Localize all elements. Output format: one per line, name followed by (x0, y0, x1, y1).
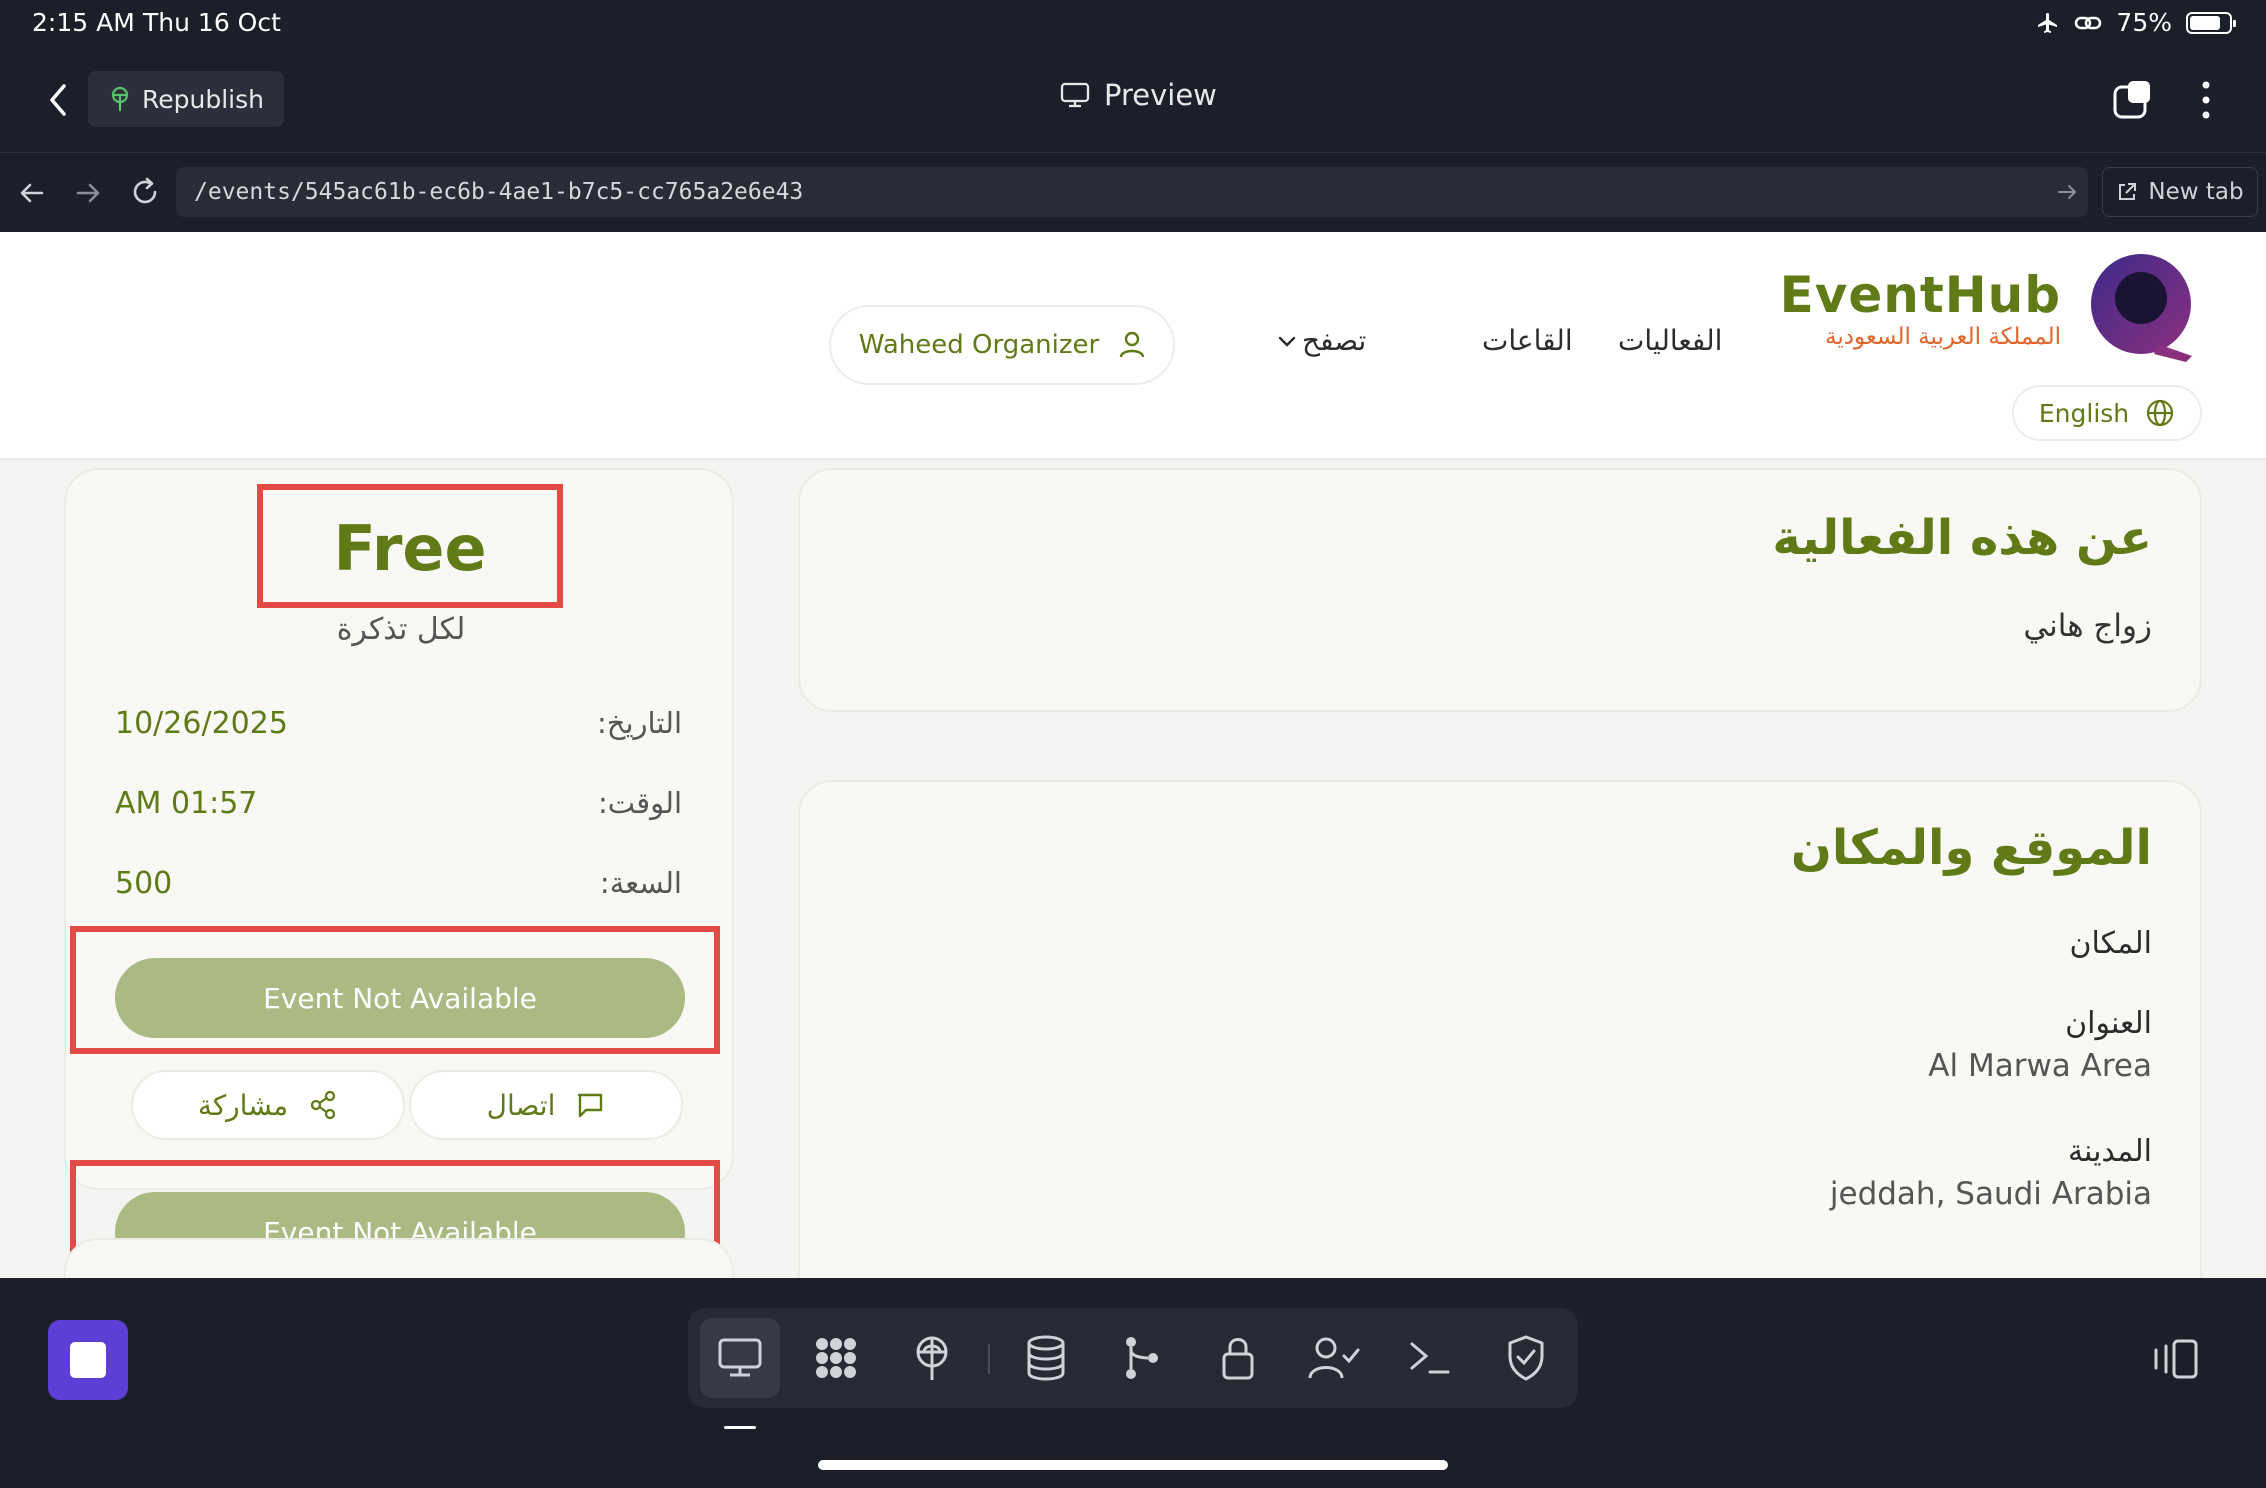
status-time: 2:15 AM (32, 8, 135, 37)
city-label: المدينة (2067, 1134, 2152, 1169)
go-arrow-icon[interactable] (2056, 181, 2078, 203)
back-chevron-icon[interactable] (44, 80, 72, 120)
preview-title: Preview (1060, 78, 1217, 112)
tabs-icon[interactable] (2112, 78, 2156, 122)
secondary-card (64, 1238, 734, 1278)
brand-title: EventHub (1779, 266, 2061, 324)
status-bar: 2:15 AM Thu 16 Oct 75% (0, 0, 2266, 48)
about-heading: عن هذه الفعالية (1772, 510, 2152, 566)
language-label: English (2038, 398, 2130, 428)
per-ticket-label: لكل تذكرة (336, 612, 466, 647)
app-toolbar: Republish Preview (0, 48, 2266, 152)
organizer-label: Waheed Organizer (858, 330, 1100, 360)
site-header: EventHub المملكة العربية السعودية الفعال… (0, 232, 2266, 460)
brand-subtitle: المملكة العربية السعودية (1825, 324, 2061, 350)
about-description: زواج هاني (2023, 608, 2152, 644)
active-indicator (724, 1426, 756, 1429)
url-bar: /events/545ac61b-ec6b-4ae1-b7c5-cc765a2e… (0, 152, 2266, 232)
nav-events[interactable]: الفعاليات (1618, 324, 1722, 357)
monitor-icon[interactable] (700, 1318, 780, 1398)
date-label: التاريخ: (596, 706, 682, 740)
city-value: jeddah, Saudi Arabia (1829, 1176, 2152, 1212)
git-icon[interactable] (1102, 1318, 1182, 1398)
time-label: الوقت: (598, 786, 682, 820)
ticket-card: Free لكل تذكرة التاريخ: 10/26/2025 الوقت… (64, 468, 734, 1278)
web-preview: EventHub المملكة العربية السعودية الفعال… (0, 232, 2266, 1278)
eventhub-logo[interactable] (2088, 246, 2198, 370)
address-label: العنوان (2065, 1006, 2152, 1041)
lock-icon[interactable] (1198, 1318, 1278, 1398)
nav-forward-icon[interactable] (72, 177, 104, 209)
globe-icon (2145, 398, 2175, 428)
nav-browse[interactable]: تصفح (1276, 324, 1366, 357)
brand: EventHub المملكة العربية السعودية (1780, 266, 2061, 350)
contact-label: اتصال (486, 1088, 556, 1122)
status-right: 75% (2036, 8, 2236, 37)
dock-divider (988, 1344, 990, 1374)
more-vertical-icon[interactable] (2196, 78, 2216, 122)
split-view-icon[interactable] (2152, 1338, 2200, 1380)
terminal-icon[interactable] (1390, 1318, 1470, 1398)
preview-label: Preview (1104, 78, 1217, 112)
chevron-down-icon (1276, 330, 1298, 352)
ticket-price: Free (333, 512, 487, 585)
event-not-available-button[interactable]: Event Not Available (115, 958, 685, 1038)
message-icon (575, 1090, 605, 1120)
republish-button[interactable]: Republish (88, 71, 284, 127)
new-tab-label: New tab (2148, 179, 2244, 205)
stop-button[interactable] (48, 1320, 128, 1400)
battery-icon (2186, 11, 2236, 34)
new-tab-button[interactable]: New tab (2102, 167, 2258, 217)
venue-label: المكان (2069, 926, 2152, 961)
contact-button[interactable]: اتصال (409, 1070, 683, 1140)
location-card: الموقع والمكان المكان العنوان Al Marwa A… (798, 780, 2202, 1278)
share-label: مشاركة (197, 1088, 289, 1122)
date-value: 10/26/2025 (115, 706, 288, 741)
nav-halls[interactable]: القاعات (1482, 324, 1573, 357)
user-icon (1119, 331, 1145, 359)
about-card: عن هذه الفعالية زواج هاني (798, 468, 2202, 712)
nav-back-icon[interactable] (16, 177, 48, 209)
language-button[interactable]: English (2012, 385, 2202, 441)
bottom-dock-area (0, 1278, 2266, 1488)
republish-label: Republish (142, 84, 264, 114)
deploy-icon[interactable] (892, 1318, 972, 1398)
external-link-icon (2116, 181, 2138, 203)
url-input[interactable]: /events/545ac61b-ec6b-4ae1-b7c5-cc765a2e… (176, 167, 2088, 217)
monitor-icon (1060, 81, 1090, 109)
nav-browse-label: تصفح (1302, 324, 1367, 357)
home-indicator (818, 1460, 1448, 1470)
share-button[interactable]: مشاركة (131, 1070, 405, 1140)
capacity-label: السعة: (599, 866, 682, 900)
organizer-button[interactable]: Waheed Organizer (829, 305, 1175, 385)
battery-percent: 75% (2116, 8, 2172, 37)
tool-dock (688, 1308, 1578, 1408)
share-icon (308, 1090, 338, 1120)
url-text: /events/545ac61b-ec6b-4ae1-b7c5-cc765a2e… (194, 179, 804, 205)
status-date: Thu 16 Oct (143, 8, 281, 37)
price-highlight: Free (257, 484, 563, 608)
time-value: AM 01:57 (115, 786, 258, 821)
capacity-value: 500 (115, 866, 173, 901)
reload-icon[interactable] (128, 175, 162, 209)
deploy-icon (108, 86, 132, 112)
link-icon (2074, 11, 2102, 35)
user-check-icon[interactable] (1294, 1318, 1374, 1398)
location-heading: الموقع والمكان (1790, 820, 2152, 876)
apps-icon[interactable] (796, 1318, 876, 1398)
database-icon[interactable] (1006, 1318, 1086, 1398)
airplane-icon (2036, 11, 2060, 35)
shield-icon[interactable] (1486, 1318, 1566, 1398)
address-value: Al Marwa Area (1928, 1048, 2152, 1084)
